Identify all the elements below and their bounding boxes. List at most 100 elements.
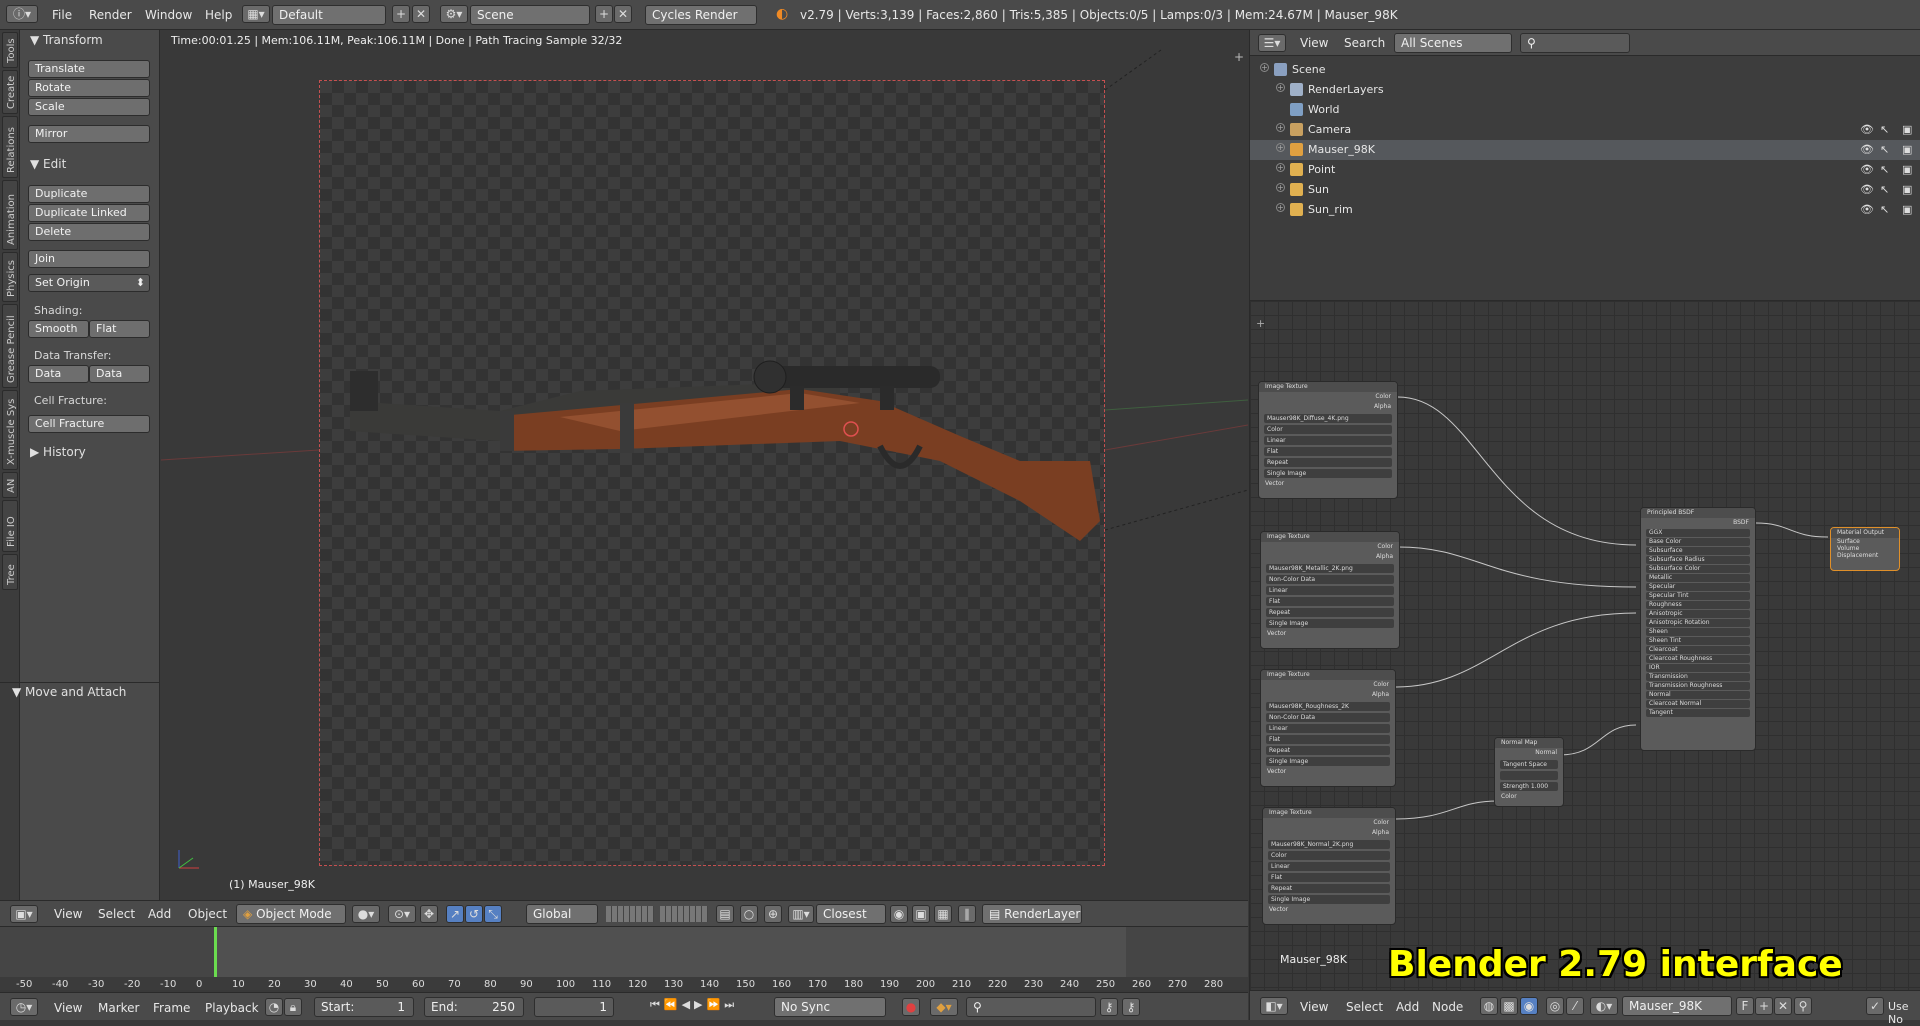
- display-mode-select[interactable]: All Scenes: [1394, 33, 1512, 53]
- delete-key-icon[interactable]: ⚷: [1122, 998, 1140, 1016]
- scale-button[interactable]: Scale: [28, 98, 150, 116]
- menu-add[interactable]: Add: [148, 907, 171, 921]
- tab-an[interactable]: AN: [2, 472, 18, 498]
- node-menu-select[interactable]: Select: [1346, 1000, 1383, 1014]
- duplicate-button[interactable]: Duplicate: [28, 185, 150, 203]
- tab-tree[interactable]: Tree: [2, 554, 18, 590]
- principled-bsdf-node[interactable]: Principled BSDF BSDF GGX Base Color Subsur…: [1640, 507, 1756, 751]
- bsdf-field[interactable]: Transmission Roughness: [1646, 682, 1750, 690]
- object-shader-icon[interactable]: ◉: [1520, 997, 1538, 1015]
- manipulator-toggle-icon[interactable]: ✥: [420, 905, 438, 923]
- panel-edit-header[interactable]: ▼ Edit: [30, 157, 66, 171]
- layout-select[interactable]: Default: [272, 5, 386, 25]
- scene-icon[interactable]: ⚙▾: [440, 5, 468, 23]
- render-icon[interactable]: ◉: [890, 905, 908, 923]
- image-texture-node-roughness[interactable]: Image Texture Color Alpha Mauser98K_Roug…: [1260, 669, 1396, 787]
- renderable-camera-icon[interactable]: ▣: [1902, 163, 1912, 176]
- timeline[interactable]: -50 -40 -30 -20 -10 0 10 20 30 40 50 60 70 80 90 100 110…: [0, 926, 1248, 990]
- outliner-row[interactable]: + Camera 👁 ↖ ▣: [1250, 120, 1920, 140]
- lock-range-icon[interactable]: 🔒︎: [284, 998, 302, 1016]
- bsdf-field[interactable]: Sheen Tint: [1646, 637, 1750, 645]
- snap-target-select[interactable]: Closest: [816, 904, 886, 924]
- outliner-row[interactable]: + Scene: [1250, 60, 1920, 80]
- smooth-button[interactable]: Smooth: [28, 320, 89, 338]
- renderable-camera-icon[interactable]: ▣: [1902, 203, 1912, 216]
- pause-icon[interactable]: ∥: [958, 905, 976, 923]
- menu-render[interactable]: Render: [89, 8, 132, 22]
- expand-icon[interactable]: +: [1276, 183, 1285, 192]
- pin-icon[interactable]: ⚲: [1794, 997, 1812, 1015]
- scene-select[interactable]: Scene: [470, 5, 590, 25]
- selectable-arrow-icon[interactable]: ↖: [1880, 183, 1889, 196]
- node-editor[interactable]: Image Texture Color Alpha Mauser98K_Diff…: [1249, 300, 1920, 990]
- flat-button[interactable]: Flat: [89, 320, 150, 338]
- bsdf-field[interactable]: Roughness: [1646, 601, 1750, 609]
- material-slot-icon[interactable]: ◐▾: [1590, 997, 1618, 1015]
- record-button[interactable]: ●: [902, 998, 920, 1016]
- visibility-eye-icon[interactable]: 👁: [1860, 143, 1874, 156]
- tab-create[interactable]: Create: [2, 70, 18, 114]
- selectable-arrow-icon[interactable]: ↖: [1880, 123, 1889, 136]
- add-layout-button[interactable]: +: [392, 5, 410, 23]
- timeline-editor-icon[interactable]: ◷▾: [10, 998, 38, 1016]
- normal-map-node[interactable]: Normal Map Normal Tangent Space Strength…: [1494, 737, 1564, 807]
- panel-move-attach-header[interactable]: ▼ Move and Attach: [12, 685, 126, 699]
- outliner-row[interactable]: + RenderLayers: [1250, 80, 1920, 100]
- image-texture-node-normal[interactable]: Image Texture Color Alpha Mauser98K_Norm…: [1262, 807, 1396, 925]
- bsdf-field[interactable]: Subsurface Color: [1646, 565, 1750, 573]
- bsdf-field[interactable]: Subsurface Radius: [1646, 556, 1750, 564]
- mirror-button[interactable]: Mirror: [28, 125, 150, 143]
- bsdf-field[interactable]: Specular: [1646, 583, 1750, 591]
- outliner-row[interactable]: World: [1250, 100, 1920, 120]
- material-select[interactable]: Mauser_98K: [1622, 996, 1732, 1016]
- visibility-eye-icon[interactable]: 👁: [1860, 203, 1874, 216]
- outliner-row[interactable]: + Sun 👁 ↖ ▣: [1250, 180, 1920, 200]
- timeline-menu-playback[interactable]: Playback: [205, 1001, 259, 1015]
- node-menu-view[interactable]: View: [1300, 1000, 1328, 1014]
- translate-button[interactable]: Translate: [28, 60, 150, 78]
- node-editor-type-icon[interactable]: ◧▾: [1260, 997, 1288, 1015]
- bsdf-field[interactable]: IOR: [1646, 664, 1750, 672]
- selectable-arrow-icon[interactable]: ↖: [1880, 163, 1889, 176]
- 3d-viewport[interactable]: Time:00:01.25 | Mem:106.11M, Peak:106.11…: [161, 30, 1248, 900]
- fake-user-button[interactable]: F: [1736, 997, 1754, 1015]
- expand-icon[interactable]: +: [1260, 63, 1269, 72]
- bsdf-field[interactable]: Normal: [1646, 691, 1750, 699]
- timeline-menu-frame[interactable]: Frame: [153, 1001, 190, 1015]
- mode-select[interactable]: ◈ Object Mode: [236, 904, 346, 924]
- render-layer-select[interactable]: ▤ RenderLayer: [982, 904, 1082, 924]
- layout-icon[interactable]: ▦▾: [242, 5, 270, 23]
- outliner-menu-search[interactable]: Search: [1344, 36, 1385, 50]
- expand-icon[interactable]: +: [1276, 203, 1285, 212]
- bsdf-field[interactable]: Anisotropic Rotation: [1646, 619, 1750, 627]
- image-texture-node-diffuse[interactable]: Image Texture Color Alpha Mauser98K_Diff…: [1258, 381, 1398, 499]
- camera-render-icon[interactable]: ▣: [912, 905, 930, 923]
- add-scene-button[interactable]: +: [595, 5, 613, 23]
- use-nodes-checkbox[interactable]: ✓: [1866, 997, 1884, 1015]
- data-button[interactable]: Data: [28, 365, 89, 383]
- visibility-eye-icon[interactable]: 👁: [1860, 123, 1874, 136]
- menu-help[interactable]: Help: [205, 8, 232, 22]
- add-view-icon[interactable]: +: [1234, 50, 1244, 64]
- proportional-edit-icon[interactable]: ○: [740, 905, 758, 923]
- delete-button[interactable]: Delete: [28, 223, 150, 241]
- rotate-manip-icon[interactable]: ↺: [465, 905, 483, 923]
- timeline-menu-view[interactable]: View: [54, 1001, 82, 1015]
- tab-file-io[interactable]: File IO: [2, 500, 18, 552]
- bsdf-field[interactable]: Tangent: [1646, 709, 1750, 717]
- playhead[interactable]: [214, 927, 217, 977]
- playback-controls[interactable]: ⏮⏪◀▶⏩⏭: [650, 998, 770, 1016]
- remove-layout-button[interactable]: ✕: [412, 5, 430, 23]
- insert-key-icon[interactable]: ⚷: [1100, 998, 1118, 1016]
- bsdf-field[interactable]: Metallic: [1646, 574, 1750, 582]
- bsdf-field[interactable]: Subsurface: [1646, 547, 1750, 555]
- panel-history-header[interactable]: ▶ History: [30, 445, 86, 459]
- outliner-editor-icon[interactable]: ☰▾: [1258, 34, 1286, 52]
- rotate-button[interactable]: Rotate: [28, 79, 150, 97]
- layers-grid-2[interactable]: [660, 906, 708, 922]
- linestyle-icon[interactable]: ⁄: [1566, 997, 1584, 1015]
- bsdf-field[interactable]: Base Color: [1646, 538, 1750, 546]
- renderable-camera-icon[interactable]: ▣: [1902, 143, 1912, 156]
- expand-icon[interactable]: +: [1276, 163, 1285, 172]
- outliner-row[interactable]: + Sun_rim 👁 ↖ ▣: [1250, 200, 1920, 220]
